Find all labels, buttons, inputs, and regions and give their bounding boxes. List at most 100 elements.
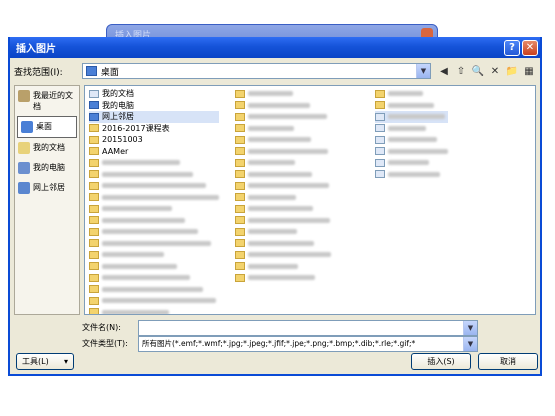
list-item[interactable] — [235, 272, 331, 284]
blurred-label — [102, 194, 219, 200]
list-item[interactable] — [235, 249, 331, 261]
file-column — [375, 88, 448, 180]
file-name-input[interactable]: ▼ — [138, 319, 478, 336]
place-my-computer[interactable]: 我的电脑 — [15, 158, 79, 178]
desktop-icon — [85, 66, 97, 76]
chevron-down-icon[interactable]: ▼ — [463, 320, 477, 335]
list-item[interactable] — [235, 157, 331, 169]
list-item[interactable] — [235, 192, 331, 204]
list-item[interactable] — [235, 111, 331, 123]
list-item[interactable] — [375, 157, 448, 169]
list-item-label: 20151003 — [102, 135, 143, 145]
up-folder-icon[interactable]: ⇧ — [454, 64, 468, 78]
blurred-label — [102, 240, 211, 246]
folder-icon — [89, 181, 99, 190]
place-desktop[interactable]: 桌面 — [17, 116, 77, 138]
list-item[interactable] — [89, 307, 219, 314]
list-item[interactable] — [89, 272, 219, 284]
dialog-titlebar[interactable]: 插入图片 ? ✕ — [10, 37, 540, 58]
folder-icon — [89, 147, 99, 156]
list-item[interactable] — [235, 203, 331, 215]
list-item[interactable] — [89, 215, 219, 227]
folder-icon — [89, 308, 99, 314]
list-item[interactable] — [235, 215, 331, 227]
blurred-label — [248, 125, 294, 131]
search-web-icon[interactable]: 🔍 — [471, 64, 485, 78]
list-item[interactable]: 20151003 — [89, 134, 219, 146]
place-label: 我的文档 — [33, 143, 65, 152]
list-item[interactable] — [375, 123, 448, 135]
chevron-down-icon[interactable]: ▼ — [416, 64, 430, 78]
file-list[interactable]: 我的文档 我的电脑 网上邻居 2016-2017课程表 20151003 AAMer — [84, 85, 536, 315]
list-item[interactable] — [235, 88, 331, 100]
blurred-label — [102, 229, 198, 235]
file-icon — [375, 135, 385, 144]
views-icon[interactable]: ▦ — [522, 64, 536, 78]
place-label: 网上邻居 — [33, 183, 65, 192]
list-item[interactable] — [235, 226, 331, 238]
file-icon — [375, 147, 385, 156]
list-item[interactable] — [375, 100, 448, 112]
file-type-dropdown[interactable]: 所有图片(*.emf;*.wmf;*.jpg;*.jpeg;*.jfif;*.j… — [138, 335, 478, 352]
list-item[interactable] — [375, 169, 448, 181]
list-item-label: 我的电脑 — [102, 100, 134, 110]
file-column: 我的文档 我的电脑 网上邻居 2016-2017课程表 20151003 AAMer — [89, 88, 219, 314]
folder-icon — [235, 170, 245, 179]
list-item[interactable]: 我的电脑 — [89, 100, 219, 112]
folder-icon — [235, 273, 245, 282]
list-item[interactable]: AAMer — [89, 146, 219, 158]
cancel-button[interactable]: 取消 — [478, 353, 538, 370]
list-item[interactable] — [375, 134, 448, 146]
list-item[interactable] — [375, 146, 448, 158]
insert-label: 插入(S) — [427, 357, 455, 366]
list-item[interactable] — [89, 169, 219, 181]
folder-icon — [89, 135, 99, 144]
place-my-documents[interactable]: 我的文档 — [15, 138, 79, 158]
file-type-row: 文件类型(T): 所有图片(*.emf;*.wmf;*.jpg;*.jpeg;*… — [82, 335, 536, 352]
list-item[interactable] — [89, 180, 219, 192]
new-folder-icon[interactable]: 📁 — [505, 64, 519, 78]
list-item[interactable] — [235, 134, 331, 146]
insert-button[interactable]: 插入(S) — [411, 353, 471, 370]
look-in-dropdown[interactable]: 桌面 ▼ — [81, 63, 431, 79]
list-item[interactable] — [235, 261, 331, 273]
list-item[interactable] — [89, 284, 219, 296]
blurred-label — [248, 171, 312, 177]
folder-icon — [235, 204, 245, 213]
list-item[interactable] — [89, 192, 219, 204]
folder-icon — [235, 135, 245, 144]
list-item[interactable] — [235, 238, 331, 250]
folder-icon — [235, 158, 245, 167]
back-icon[interactable]: ◀ — [437, 64, 451, 78]
folder-icon — [89, 227, 99, 236]
chevron-down-icon[interactable]: ▼ — [463, 336, 477, 351]
blurred-label — [248, 194, 296, 200]
list-item[interactable] — [235, 180, 331, 192]
list-item[interactable] — [235, 169, 331, 181]
list-item[interactable] — [89, 261, 219, 273]
list-item[interactable] — [89, 249, 219, 261]
tools-button[interactable]: 工具(L) ▾ — [16, 353, 74, 370]
list-item[interactable] — [375, 111, 448, 123]
list-item[interactable] — [89, 203, 219, 215]
blurred-label — [388, 125, 426, 131]
list-item[interactable] — [89, 295, 219, 307]
place-network[interactable]: 网上邻居 — [15, 178, 79, 198]
list-item[interactable] — [89, 238, 219, 250]
list-item[interactable]: 网上邻居 — [89, 111, 219, 123]
list-item[interactable] — [375, 88, 448, 100]
list-item[interactable] — [235, 100, 331, 112]
list-item[interactable]: 我的文档 — [89, 88, 219, 100]
look-in-value: 桌面 — [100, 67, 119, 78]
list-item[interactable] — [235, 146, 331, 158]
chevron-down-icon: ▾ — [63, 357, 68, 366]
list-item[interactable] — [89, 226, 219, 238]
list-item[interactable] — [235, 123, 331, 135]
delete-icon[interactable]: ✕ — [488, 64, 502, 78]
file-icon — [375, 170, 385, 179]
list-item[interactable] — [89, 157, 219, 169]
close-button[interactable]: ✕ — [522, 39, 538, 56]
list-item[interactable]: 2016-2017课程表 — [89, 123, 219, 135]
help-button[interactable]: ? — [504, 39, 520, 56]
place-recent-documents[interactable]: 我最近的文档 — [15, 86, 79, 116]
